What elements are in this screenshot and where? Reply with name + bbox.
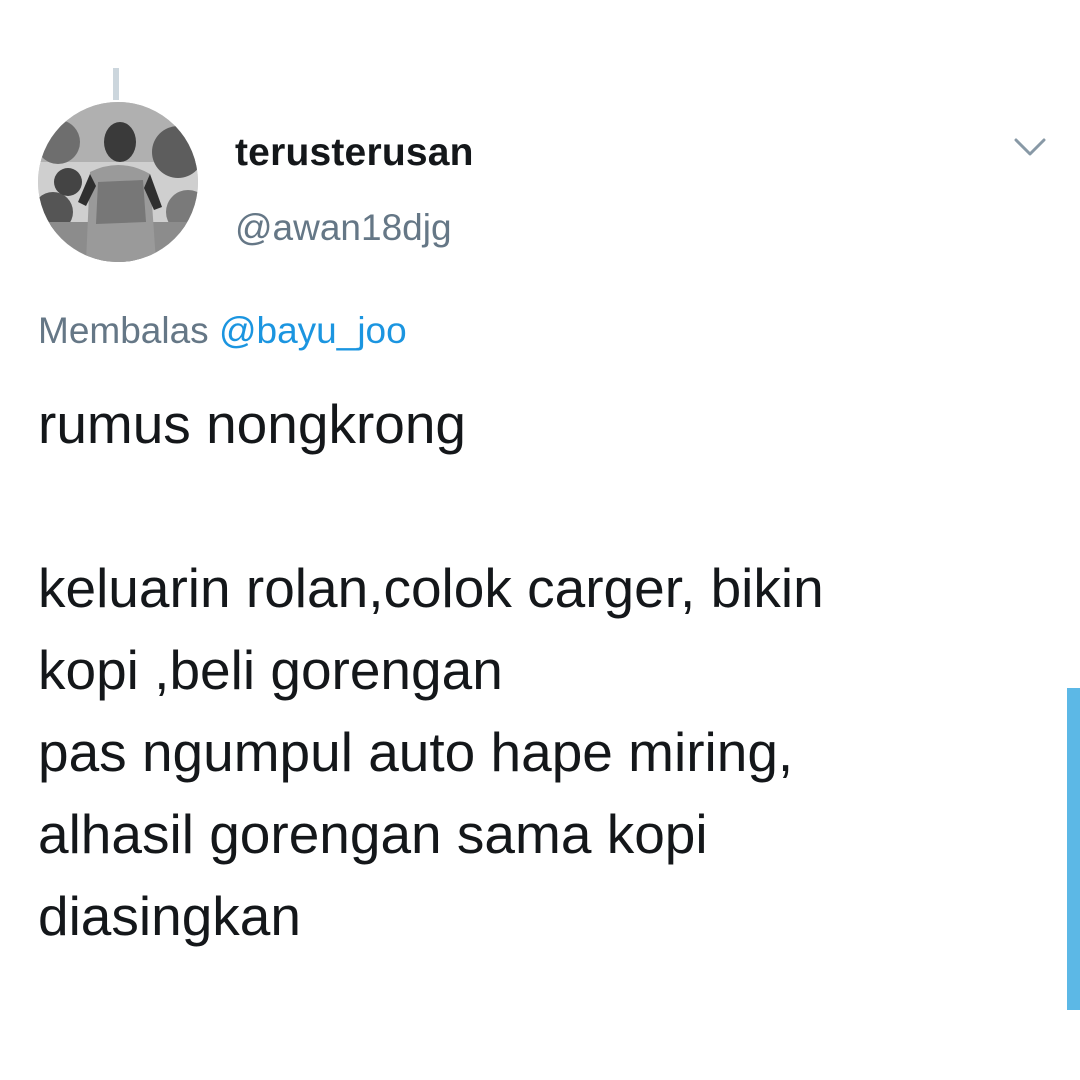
author-display-name[interactable]: terusterusan xyxy=(235,131,474,175)
chevron-down-icon[interactable] xyxy=(1010,132,1050,164)
avatar-photo xyxy=(38,102,198,262)
avatar[interactable] xyxy=(38,102,198,262)
reply-prefix: Membalas xyxy=(38,310,209,351)
tweet-text: rumus nongkrong keluarin rolan,colok car… xyxy=(38,393,824,947)
reply-context: Membalas @bayu_joo xyxy=(38,310,407,352)
scroll-indicator[interactable] xyxy=(1067,688,1080,1010)
author-handle[interactable]: @awan18djg xyxy=(235,207,452,249)
thread-connector-line xyxy=(113,68,119,100)
reply-to-handle-link[interactable]: @bayu_joo xyxy=(219,310,407,351)
